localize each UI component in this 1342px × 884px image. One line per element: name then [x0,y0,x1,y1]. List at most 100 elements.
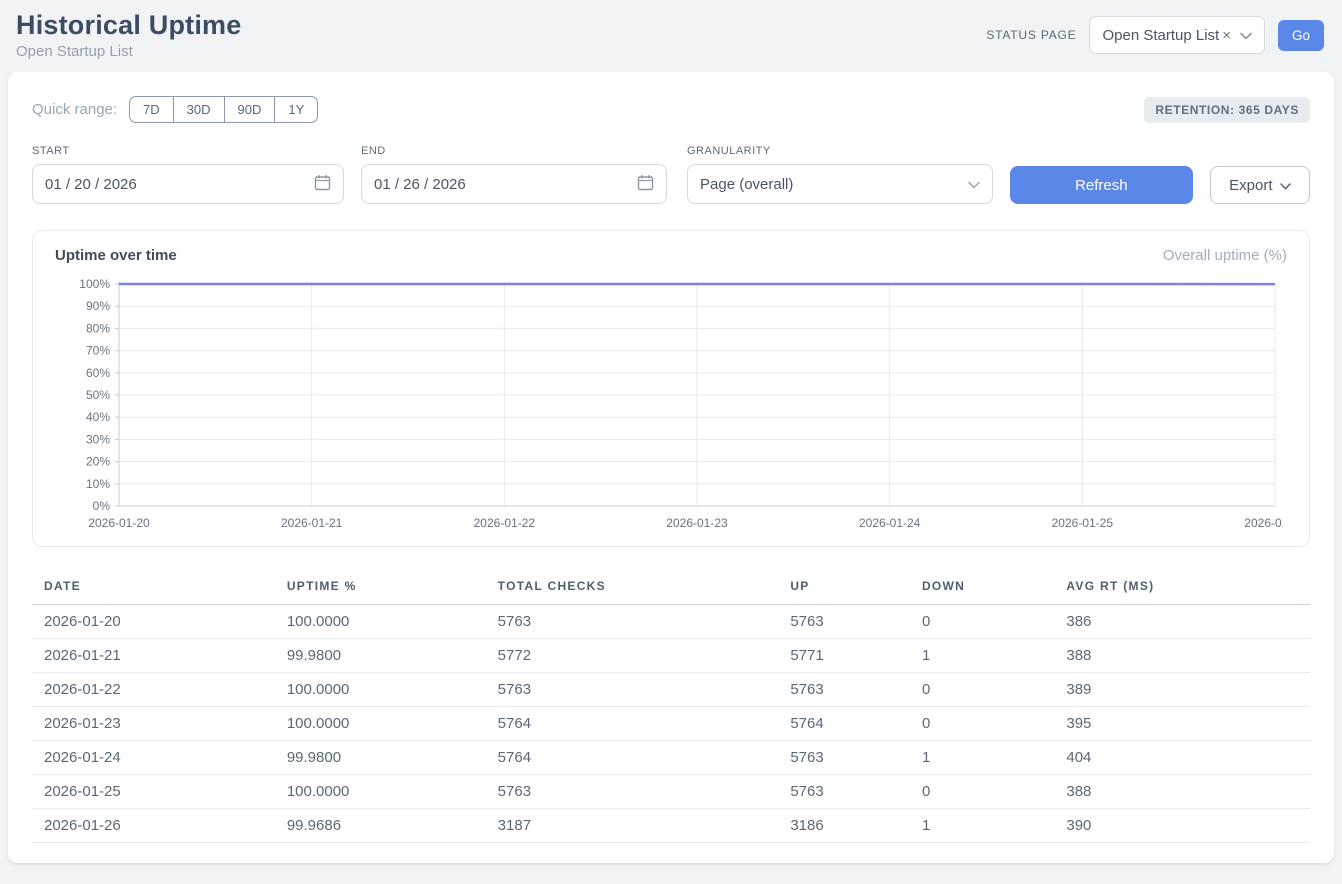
uptime-chart: 0%10%20%30%40%50%60%70%80%90%100%2026-01… [55,274,1283,536]
filter-row: START 01 / 20 / 2026 END 01 / 26 / 2026 … [32,145,1310,204]
svg-text:2026-01-21: 2026-01-21 [281,516,343,530]
svg-text:40%: 40% [86,410,110,424]
table-cell: 5772 [486,639,779,673]
table-cell: 2026-01-26 [32,809,275,843]
status-page-label: STATUS PAGE [986,28,1076,42]
table-row: 2026-01-20100.0000576357630386 [32,605,1310,639]
table-cell: 5763 [486,673,779,707]
table-cell: 5764 [486,707,779,741]
chevron-down-icon [1240,27,1252,44]
uptime-table: DATEUPTIME %TOTAL CHECKSUPDOWNAVG RT (MS… [32,571,1310,843]
svg-text:80%: 80% [86,321,110,335]
quick-range-label: Quick range: [32,101,117,118]
page-header: Historical Uptime Open Startup List STAT… [0,0,1342,72]
table-header-row: DATEUPTIME %TOTAL CHECKSUPDOWNAVG RT (MS… [32,571,1310,605]
table-cell: 100.0000 [275,775,486,809]
table-cell: 395 [1054,707,1310,741]
table-cell: 5764 [486,741,779,775]
page-subtitle: Open Startup List [16,43,241,60]
granularity-value: Page (overall) [700,176,793,193]
quick-range-7d-button[interactable]: 7D [130,97,173,122]
table-cell: 5763 [778,741,910,775]
start-date-input[interactable]: 01 / 20 / 2026 [32,164,344,204]
table-cell: 5763 [778,775,910,809]
table-cell: 100.0000 [275,707,486,741]
table-row: 2026-01-25100.0000576357630388 [32,775,1310,809]
svg-text:60%: 60% [86,366,110,380]
table-cell: 2026-01-21 [32,639,275,673]
svg-text:100%: 100% [79,277,110,291]
svg-text:2026-01-25: 2026-01-25 [1052,516,1114,530]
chevron-down-icon [968,176,980,193]
main-card: Quick range: 7D 30D 90D 1Y RETENTION: 36… [8,72,1334,863]
start-date-value: 01 / 20 / 2026 [45,176,137,193]
table-cell: 3187 [486,809,779,843]
table-row: 2026-01-2699.9686318731861390 [32,809,1310,843]
table-cell: 1 [910,809,1054,843]
table-row: 2026-01-2499.9800576457631404 [32,741,1310,775]
table-cell: 99.9800 [275,741,486,775]
svg-text:2026-01-22: 2026-01-22 [474,516,536,530]
quick-range-1y-button[interactable]: 1Y [274,97,317,122]
svg-text:2026-01-24: 2026-01-24 [859,516,921,530]
table-row: 2026-01-23100.0000576457640395 [32,707,1310,741]
table-cell: 5763 [486,605,779,639]
quick-range-row: Quick range: 7D 30D 90D 1Y RETENTION: 36… [32,96,1310,123]
svg-text:90%: 90% [86,299,110,313]
svg-text:0%: 0% [93,499,111,513]
table-cell: 389 [1054,673,1310,707]
table-cell: 5771 [778,639,910,673]
refresh-button[interactable]: Refresh [1010,166,1193,204]
table-column-header: DOWN [910,571,1054,605]
table-cell: 5763 [486,775,779,809]
table-cell: 5764 [778,707,910,741]
table-cell: 2026-01-25 [32,775,275,809]
svg-text:2026-01-26: 2026-01-26 [1244,516,1283,530]
end-date-field-group: END 01 / 26 / 2026 [361,145,667,204]
status-page-value: Open Startup List [1102,27,1219,44]
table-cell: 0 [910,707,1054,741]
table-row: 2026-01-2199.9800577257711388 [32,639,1310,673]
table-cell: 386 [1054,605,1310,639]
export-button[interactable]: Export [1210,166,1310,204]
table-cell: 1 [910,639,1054,673]
table-column-header: TOTAL CHECKS [486,571,779,605]
table-cell: 0 [910,673,1054,707]
calendar-icon[interactable] [314,174,331,195]
svg-text:10%: 10% [86,477,110,491]
table-cell: 100.0000 [275,673,486,707]
quick-range-30d-button[interactable]: 30D [173,97,224,122]
end-date-input[interactable]: 01 / 26 / 2026 [361,164,667,204]
table-cell: 390 [1054,809,1310,843]
granularity-select[interactable]: Page (overall) [687,164,993,204]
calendar-icon[interactable] [637,174,654,195]
table-cell: 2026-01-23 [32,707,275,741]
quick-range-90d-button[interactable]: 90D [224,97,275,122]
page-title: Historical Uptime [16,10,241,41]
start-date-field-group: START 01 / 20 / 2026 [32,145,344,204]
table-cell: 388 [1054,775,1310,809]
table-cell: 5763 [778,673,910,707]
retention-badge: RETENTION: 365 DAYS [1144,97,1310,123]
clear-icon[interactable]: × [1222,27,1231,44]
table-cell: 3186 [778,809,910,843]
table-cell: 388 [1054,639,1310,673]
table-cell: 2026-01-24 [32,741,275,775]
export-label: Export [1229,177,1272,194]
start-label: START [32,145,344,157]
svg-text:30%: 30% [86,432,110,446]
status-page-select[interactable]: Open Startup List × [1089,16,1265,54]
table-cell: 100.0000 [275,605,486,639]
table-column-header: DATE [32,571,275,605]
table-cell: 2026-01-22 [32,673,275,707]
chevron-down-icon [1280,177,1291,194]
table-cell: 99.9800 [275,639,486,673]
granularity-label: GRANULARITY [687,145,993,157]
chart-title: Uptime over time [55,247,177,264]
header-controls: STATUS PAGE Open Startup List × Go [986,16,1324,54]
chart-legend: Overall uptime (%) [1163,247,1287,264]
go-button[interactable]: Go [1278,20,1324,51]
table-cell: 99.9686 [275,809,486,843]
svg-text:50%: 50% [86,388,110,402]
end-date-value: 01 / 26 / 2026 [374,176,466,193]
